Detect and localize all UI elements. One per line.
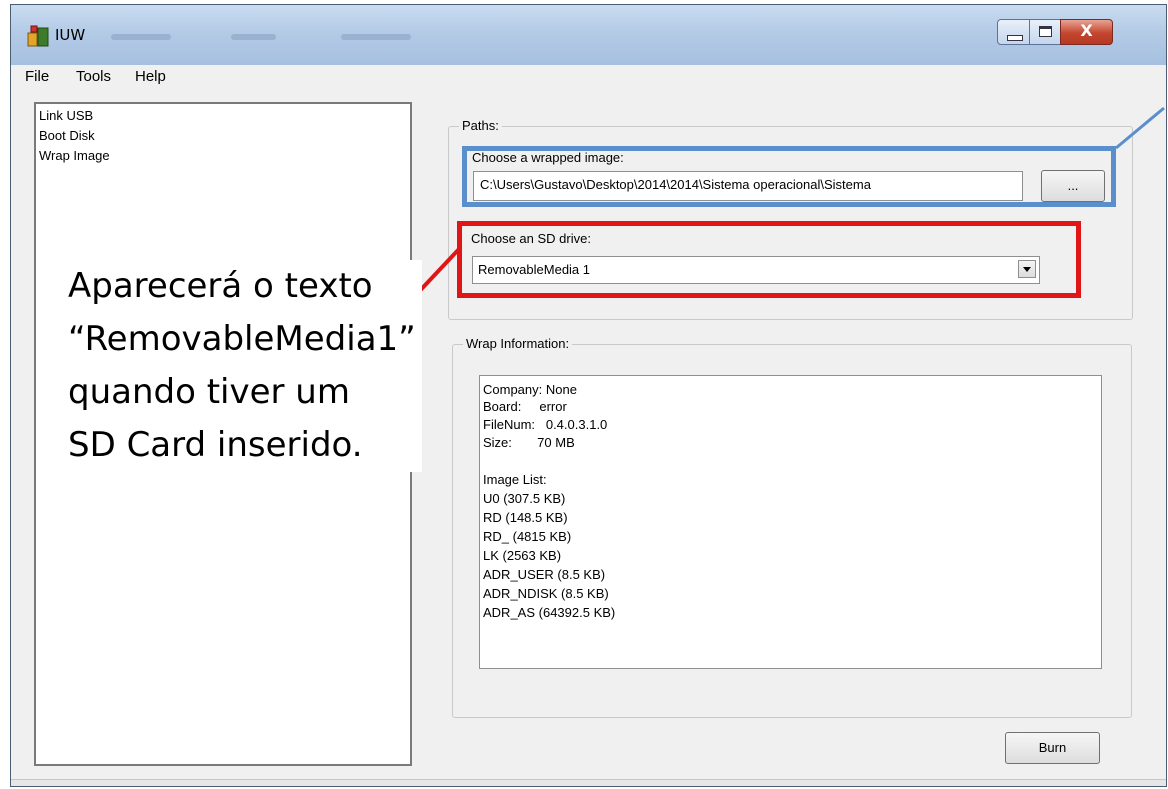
burn-button[interactable]: Burn	[1005, 732, 1100, 764]
annotation-line: Aparecerá o texto	[68, 266, 373, 306]
info-line: Company: None	[483, 382, 577, 397]
minimize-icon	[1007, 35, 1023, 41]
highlight-image-path	[462, 146, 1116, 207]
annotation-text: Aparecerá o texto “RemovableMedia1” quan…	[62, 260, 422, 472]
list-item-link-usb[interactable]: Link USB	[39, 108, 93, 123]
maximize-icon	[1039, 26, 1052, 37]
status-bar	[11, 779, 1166, 786]
menu-help[interactable]: Help	[135, 68, 166, 85]
info-line: Size: 70 MB	[483, 435, 575, 450]
window-title: IUW	[55, 26, 86, 44]
menu-file[interactable]: File	[25, 68, 49, 85]
info-line: ADR_NDISK (8.5 KB)	[483, 586, 609, 601]
menu-bar	[11, 65, 1166, 93]
close-icon: X	[1080, 21, 1093, 40]
info-line: Image List:	[483, 472, 547, 487]
title-blur	[111, 34, 171, 40]
annotation-line: quando tiver um	[68, 372, 350, 412]
wrap-info-group-label: Wrap Information:	[463, 336, 573, 351]
app-icon	[27, 25, 49, 47]
close-button[interactable]: X	[1060, 19, 1113, 45]
title-bar: IUW X	[11, 5, 1166, 65]
paths-group-label: Paths:	[459, 118, 502, 133]
info-line: RD_ (4815 KB)	[483, 529, 572, 544]
menu-tools[interactable]: Tools	[76, 68, 111, 85]
annotation-line: “RemovableMedia1”	[68, 319, 416, 359]
info-line: Board: error	[483, 399, 567, 414]
list-item-wrap-image[interactable]: Wrap Image	[39, 148, 110, 163]
minimize-button[interactable]	[997, 19, 1030, 45]
annotation-line: SD Card inserido.	[68, 425, 363, 465]
info-line: LK (2563 KB)	[483, 548, 562, 563]
info-line: RD (148.5 KB)	[483, 510, 568, 525]
info-line: ADR_USER (8.5 KB)	[483, 567, 606, 582]
info-line: ADR_AS (64392.5 KB)	[483, 605, 616, 620]
title-blur	[341, 34, 411, 40]
title-blur	[231, 34, 276, 40]
list-item-boot-disk[interactable]: Boot Disk	[39, 128, 95, 143]
info-line: U0 (307.5 KB)	[483, 491, 566, 506]
maximize-button[interactable]	[1029, 19, 1061, 45]
wrap-info-textbox[interactable]: Company: None Board: error FileNum: 0.4.…	[479, 375, 1102, 669]
highlight-sd-drive	[457, 221, 1081, 298]
info-line: FileNum: 0.4.0.3.1.0	[483, 417, 608, 432]
